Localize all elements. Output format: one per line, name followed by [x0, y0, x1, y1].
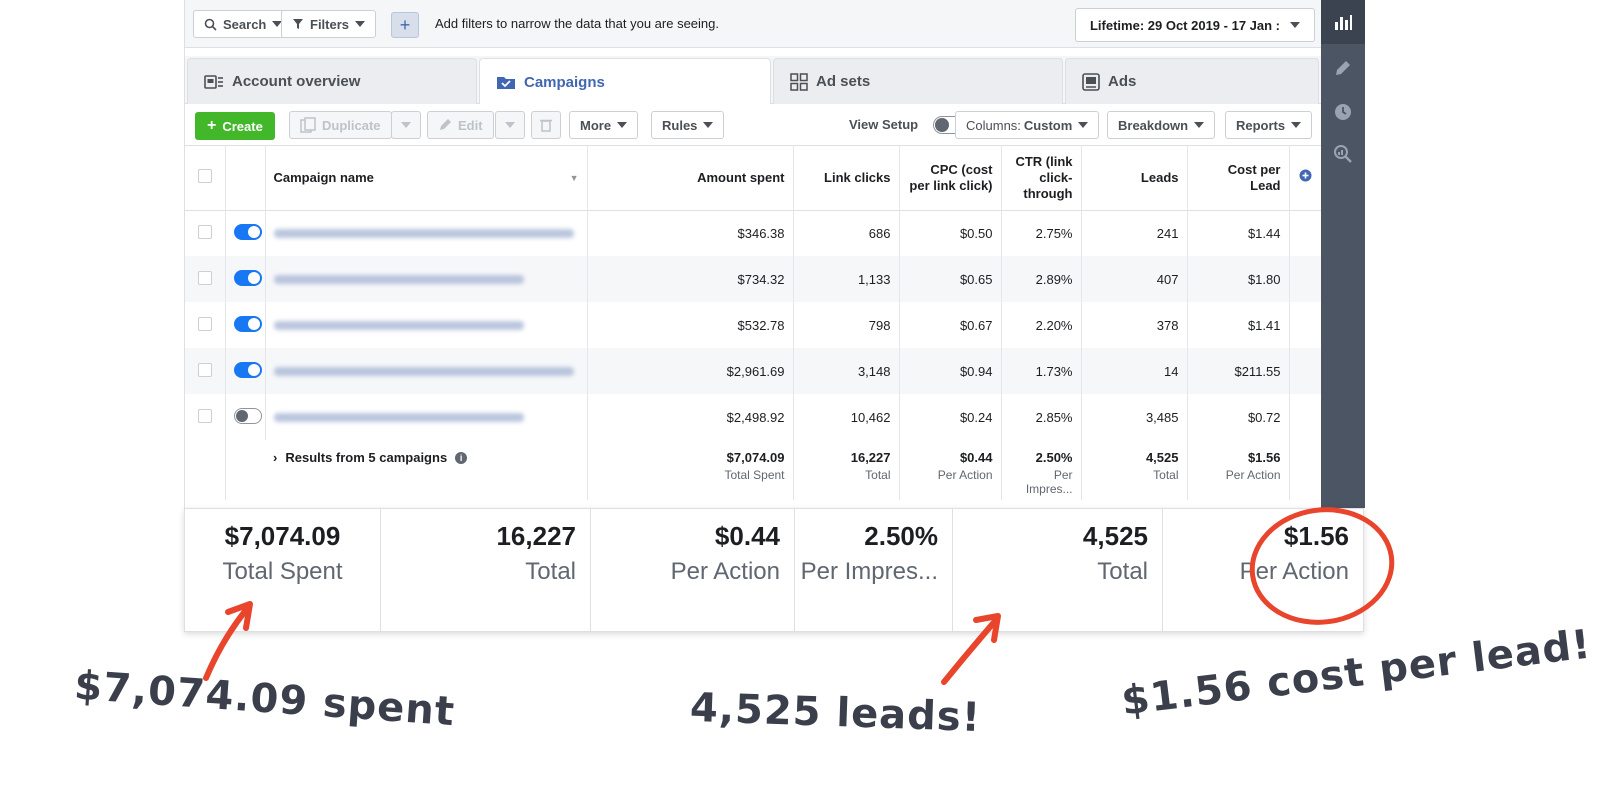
- cost-per-lead-circle: [1249, 507, 1395, 625]
- arrow-to-spent-icon: [203, 607, 249, 681]
- arrow-to-leads-icon: [941, 617, 999, 685]
